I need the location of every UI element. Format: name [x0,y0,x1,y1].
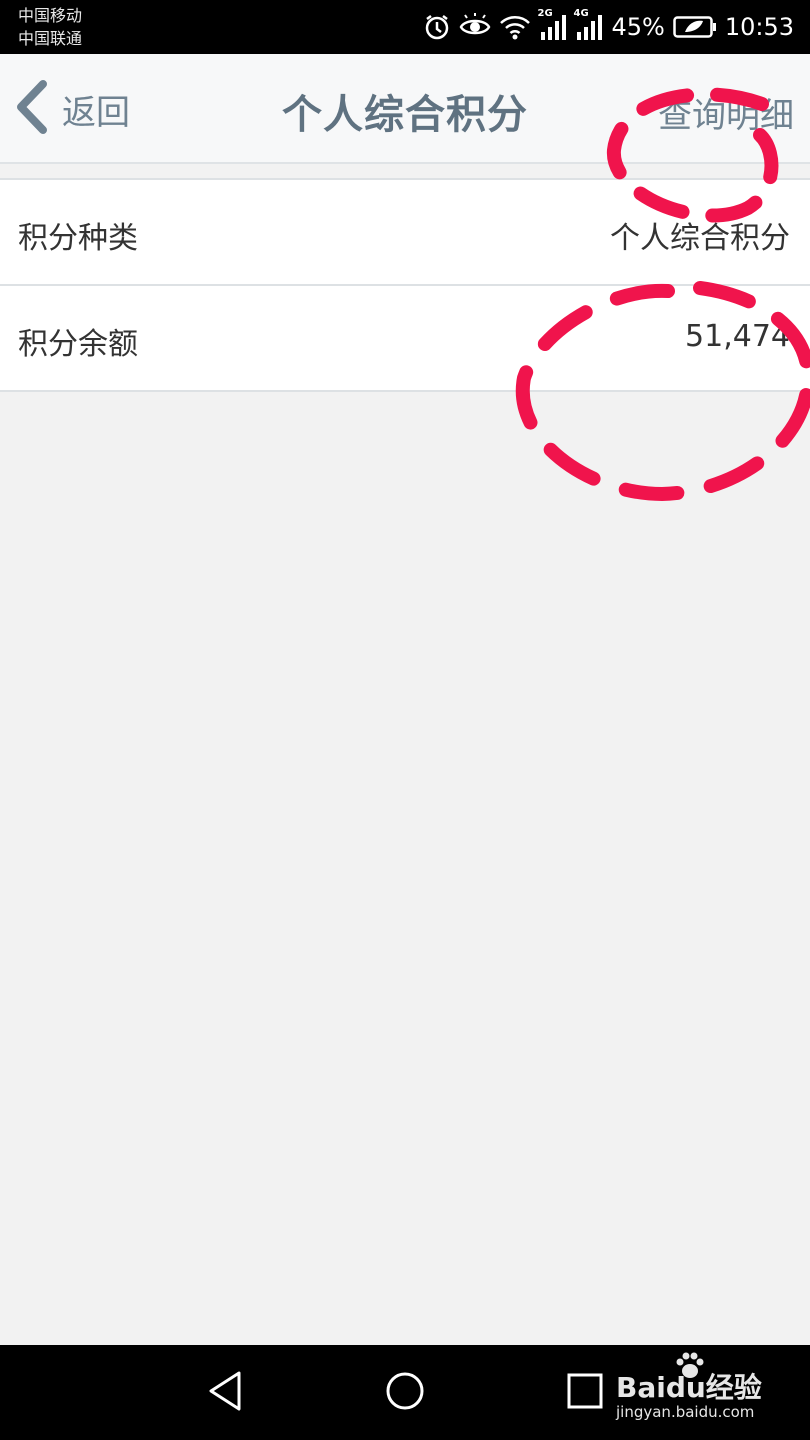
status-icons: 2G 4G 45% 10:53 [423,0,794,54]
wifi-icon [499,13,531,41]
nav-recents-button[interactable] [557,1365,613,1421]
row-value: 个人综合积分 [610,221,790,256]
alarm-icon [423,13,451,41]
baidu-watermark: Baidu经验 jingyan.baidu.com [616,1352,766,1432]
carrier-2: 中国联通 [18,29,83,48]
battery-percent: 45% [611,13,665,41]
signal-2g-icon: 2G [537,8,567,40]
network-4g-label: 4G [573,8,589,19]
eye-comfort-icon [459,13,491,41]
app-header: 返回 个人综合积分 查询明细 [0,54,810,164]
network-2g-label: 2G [537,8,553,19]
query-details-button[interactable]: 查询明细 [658,88,794,137]
back-triangle-icon [205,1369,245,1417]
row-label: 积分余额 [18,327,138,362]
nav-back-button[interactable] [197,1365,253,1421]
status-bar: 中国移动 中国联通 2G 4G 45% 10:53 [0,0,810,54]
battery-icon [673,15,717,39]
points-list: 积分种类 个人综合积分 积分余额 51,474 [0,178,810,392]
carrier-1: 中国移动 [18,6,83,25]
row-value: 51,474 [685,319,790,354]
clock: 10:53 [724,13,794,41]
carrier-info: 中国移动 中国联通 [18,4,82,50]
watermark-url: jingyan.baidu.com [616,1403,755,1421]
watermark-brand: Baidu经验 [616,1371,762,1404]
recents-square-icon [566,1372,604,1414]
nav-home-button[interactable] [377,1365,433,1421]
home-circle-icon [384,1370,426,1416]
list-item-points-balance: 积分余额 51,474 [0,286,810,392]
signal-4g-icon: 4G [573,8,603,40]
row-label: 积分种类 [18,221,138,256]
list-item-points-type: 积分种类 个人综合积分 [0,180,810,286]
